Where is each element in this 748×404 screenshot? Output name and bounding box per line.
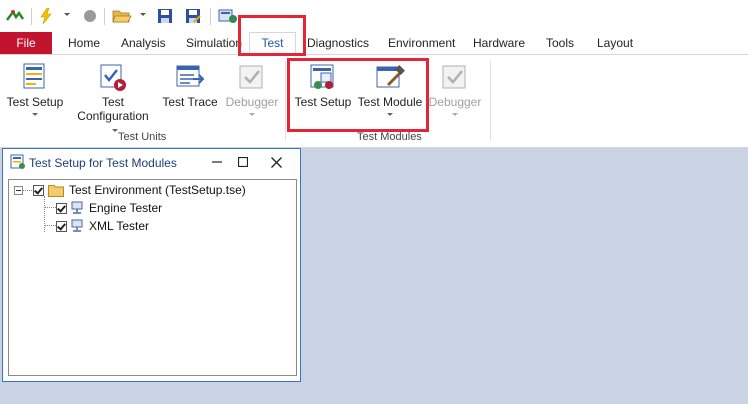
- test-trace-label: Test Trace: [162, 95, 218, 109]
- tab-analysis[interactable]: Analysis: [121, 32, 166, 54]
- test-units-debugger-button[interactable]: Debugger: [225, 61, 279, 116]
- test-configuration-label-2: Configuration: [77, 109, 149, 123]
- tree-item-engine-tester[interactable]: Engine Tester: [56, 200, 162, 216]
- debugger-icon: [236, 61, 268, 93]
- tab-tools[interactable]: Tools: [546, 32, 574, 54]
- collapse-icon[interactable]: [14, 186, 23, 195]
- panel-title-bar: Test Setup for Test Modules: [3, 149, 300, 175]
- tab-layout[interactable]: Layout: [597, 32, 633, 54]
- test-modules-debugger-button[interactable]: Debugger: [428, 61, 482, 116]
- test-modules-highlight: [287, 58, 429, 132]
- tab-file[interactable]: File: [0, 32, 52, 54]
- test-tab-highlight: [238, 15, 306, 56]
- tree-connector: [44, 225, 56, 226]
- panel-title: Test Setup for Test Modules: [29, 156, 177, 170]
- tree-item-label: Engine Tester: [89, 201, 163, 215]
- tab-hardware[interactable]: Hardware: [473, 32, 525, 54]
- chevron-down-icon[interactable]: [452, 113, 458, 116]
- lightning-dropdown-icon[interactable]: [64, 13, 70, 16]
- test-configuration-icon: [97, 61, 129, 93]
- test-setup-tree: Test Environment (TestSetup.tse) Engine …: [8, 179, 297, 376]
- test-configuration-label-1: Test: [101, 95, 124, 109]
- group-separator: [490, 61, 491, 141]
- test-setup-panel: Test Setup for Test Modules Test Environ…: [2, 148, 301, 382]
- config-icon[interactable]: [218, 8, 238, 24]
- group-separator: [285, 61, 286, 141]
- lightning-icon[interactable]: [38, 8, 54, 24]
- tab-simulation[interactable]: Simulation: [186, 32, 242, 54]
- checkbox[interactable]: [33, 184, 44, 196]
- quick-access-toolbar: [0, 0, 748, 32]
- open-folder-icon[interactable]: [112, 8, 132, 24]
- debugger-icon: [439, 61, 471, 93]
- test-setup-icon: [19, 61, 51, 93]
- test-configuration-button[interactable]: Test Configuration: [72, 61, 154, 137]
- test-units-test-setup-label: Test Setup: [6, 95, 64, 109]
- save-icon[interactable]: [157, 8, 173, 24]
- chevron-down-icon[interactable]: [32, 113, 38, 116]
- maximize-icon[interactable]: [234, 153, 252, 171]
- test-units-test-setup-button[interactable]: Test Setup: [4, 61, 66, 116]
- network-node-icon: [71, 201, 83, 215]
- close-icon[interactable]: [267, 153, 285, 171]
- tree-item-label: Test Environment (TestSetup.tse): [69, 183, 246, 197]
- tab-diagnostics[interactable]: Diagnostics: [307, 32, 369, 54]
- test-trace-icon: [174, 61, 206, 93]
- network-node-icon: [71, 219, 83, 233]
- checkbox[interactable]: [56, 202, 67, 214]
- test-units-debugger-label: Debugger: [225, 95, 279, 109]
- record-icon[interactable]: [82, 8, 98, 24]
- folder-icon: [48, 184, 64, 197]
- app-logo-icon[interactable]: [5, 8, 25, 24]
- tree-connector: [23, 190, 32, 191]
- save-as-icon[interactable]: [185, 8, 201, 24]
- toolbar-separator: [104, 8, 105, 25]
- toolbar-separator: [31, 8, 32, 25]
- test-units-group-label: Test Units: [118, 131, 167, 143]
- test-trace-button[interactable]: Test Trace: [160, 61, 220, 109]
- open-dropdown-icon[interactable]: [140, 13, 146, 16]
- toolbar-separator: [210, 8, 211, 25]
- tab-home[interactable]: Home: [68, 32, 100, 54]
- test-modules-group-label: Test Modules: [357, 131, 422, 143]
- checkbox[interactable]: [56, 220, 67, 232]
- tab-environment[interactable]: Environment: [388, 32, 455, 54]
- tree-item-xml-tester[interactable]: XML Tester: [56, 218, 149, 234]
- tree-connector: [44, 207, 56, 208]
- minimize-icon[interactable]: [208, 153, 226, 171]
- test-setup-icon: [10, 154, 26, 173]
- ribbon-tab-bar: File Home Analysis Simulation Test Diagn…: [0, 32, 748, 55]
- tree-item-test-environment[interactable]: Test Environment (TestSetup.tse): [33, 182, 246, 198]
- chevron-down-icon[interactable]: [249, 113, 255, 116]
- tree-connector: [44, 196, 45, 232]
- tree-item-label: XML Tester: [89, 219, 150, 233]
- test-modules-debugger-label: Debugger: [428, 95, 482, 109]
